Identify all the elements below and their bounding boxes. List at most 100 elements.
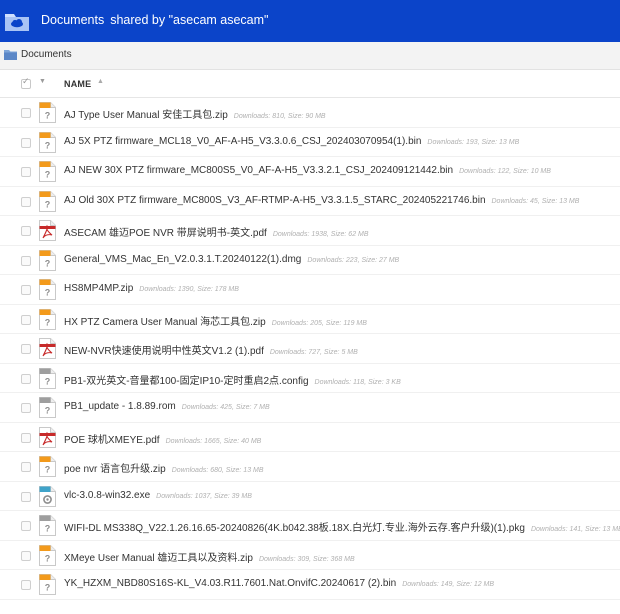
table-row[interactable]: ? XMeye User Manual 雄迈工具以及资料.zip Downloads… [0,541,620,570]
chevron-down-icon[interactable]: ▼ [39,78,46,85]
svg-text:?: ? [45,288,51,298]
svg-text:?: ? [45,376,51,386]
file-name-text[interactable]: General_VMS_Mac_En_V2.0.3.1.T.20240122(1… [64,254,301,265]
file-name-text[interactable]: PB1-双光英文-音量都100-固定IP10-定时重启2点.config [64,376,309,387]
table-row[interactable]: ? HS8MP4MP.zip Downloads: 1390, Size: 178 … [0,275,620,305]
breadcrumb-bar: Documents [0,42,620,70]
row-checkbox[interactable] [21,108,31,118]
file-meta: Downloads: 810, Size: 90 MB [233,113,326,120]
file-name-text[interactable]: HX PTZ Camera User Manual 海芯工具包.zip [64,317,266,328]
file-name-text[interactable]: AJ NEW 30X PTZ firmware_MC800S5_V0_AF-A-… [64,165,453,176]
file-name-text[interactable]: POE 球机XMEYE.pdf [64,435,160,446]
file-meta: Downloads: 122, Size: 10 MB [459,168,551,175]
unknown-file-icon: ? [39,367,56,389]
file-name-text[interactable]: YK_HZXM_NBD80S16S-KL_V4.03.R11.7601.Nat.… [64,578,396,589]
folder-icon [4,50,17,60]
pdf-file-icon [39,220,56,241]
table-row[interactable]: NEW-NVR快速使用说明中性英文V1.2 (1).pdf Downloads: … [0,334,620,364]
file-name-text[interactable]: WIFI-DL MS338Q_V22.1.26.16.65-20240826(4… [64,523,525,534]
file-name-text[interactable]: AJ 5X PTZ firmware_MCL18_V0_AF-A-H5_V3.3… [64,136,421,147]
file-meta: Downloads: 1390, Size: 178 MB [139,286,239,293]
file-name[interactable]: PB1-双光英文-音量都100-固定IP10-定时重启2点.config Down… [64,372,401,387]
table-row[interactable]: ? PB1_update - 1.8.89.rom Downloads: 425, … [0,393,620,423]
file-name-text[interactable]: HS8MP4MP.zip [64,283,133,294]
file-name-text[interactable]: poe nvr 语言包升级.zip [64,464,166,475]
file-meta: Downloads: 45, Size: 13 MB [491,197,580,205]
file-name[interactable]: NEW-NVR快速使用说明中性英文V1.2 (1).pdf Downloads: … [64,342,358,357]
file-name[interactable]: AJ NEW 30X PTZ firmware_MC800S5_V0_AF-A-… [64,165,551,176]
row-checkbox[interactable] [21,550,31,561]
file-name[interactable]: poe nvr 语言包升级.zip Downloads: 680, Size: 1… [64,460,264,475]
table-row[interactable]: vlc-3.0.8-win32.exe Downloads: 1037, Size… [0,482,620,511]
page-title: Documents shared by "asecam asecam" [41,13,269,27]
file-name[interactable]: XMeye User Manual 雄迈工具以及资料.zip Downloads:… [64,549,355,564]
file-name-text[interactable]: XMeye User Manual 雄迈工具以及资料.zip [64,553,253,564]
row-checkbox[interactable] [21,137,31,148]
file-name[interactable]: HS8MP4MP.zip Downloads: 1390, Size: 178 M… [64,283,239,294]
table-row[interactable]: ? AJ Type User Manual 安佳工具包.zip Downloads:… [0,98,620,128]
table-row[interactable]: ? YK_HZXM_NBD80S16S-KL_V4.03.R11.7601.Nat… [0,570,620,600]
file-meta: Downloads: 141, Size: 13 MB [530,526,620,533]
row-checkbox[interactable] [21,521,31,531]
file-name[interactable]: ASECAM 雄迈POE NVR 带屏说明书-英文.pdf Downloads: … [64,224,369,239]
file-name-text[interactable]: NEW-NVR快速使用说明中性英文V1.2 (1).pdf [64,346,264,357]
row-checkbox[interactable] [21,432,31,443]
table-row[interactable]: ? General_VMS_Mac_En_V2.0.3.1.T.20240122(… [0,246,620,275]
file-meta: Downloads: 205, Size: 119 MB [271,319,367,327]
column-header-name[interactable]: NAME [64,79,91,89]
row-checkbox[interactable] [21,226,31,236]
file-name[interactable]: AJ Old 30X PTZ firmware_MC800S_V3_AF-RTM… [64,195,579,206]
file-name-text[interactable]: AJ Type User Manual 安佳工具包.zip [64,110,228,121]
file-meta: Downloads: 118, Size: 3 KB [314,378,401,386]
table-row[interactable]: ? AJ 5X PTZ firmware_MCL18_V0_AF-A-H5_V3.… [0,128,620,157]
file-name[interactable]: AJ Type User Manual 安佳工具包.zip Downloads: … [64,106,326,121]
row-checkbox[interactable] [21,373,31,384]
table-row[interactable]: ? poe nvr 语言包升级.zip Downloads: 680, Size: … [0,452,620,482]
row-checkbox[interactable] [21,167,31,177]
sort-ascending-icon[interactable]: ▲ [97,78,104,85]
table-row[interactable]: ? AJ NEW 30X PTZ firmware_MC800S5_V0_AF-A… [0,157,620,187]
archive-file-icon: ? [39,102,56,123]
breadcrumb-item-documents[interactable]: Documents [21,49,72,60]
unknown-file-icon: ? [39,397,56,418]
table-row[interactable]: ? WIFI-DL MS338Q_V22.1.26.16.65-20240826(… [0,511,620,541]
row-checkbox[interactable] [21,255,31,266]
check-icon: ✓ [22,76,30,86]
table-row[interactable]: ? AJ Old 30X PTZ firmware_MC800S_V3_AF-RT… [0,187,620,216]
svg-text:?: ? [45,465,51,475]
file-name[interactable]: HX PTZ Camera User Manual 海芯工具包.zip Downl… [64,313,367,328]
file-name[interactable]: PB1_update - 1.8.89.rom Downloads: 425, S… [64,401,270,412]
archive-file-icon: ? [39,279,56,300]
row-checkbox[interactable] [21,285,31,295]
file-name[interactable]: vlc-3.0.8-win32.exe Downloads: 1037, Size… [64,490,252,501]
svg-text:?: ? [45,524,51,534]
row-checkbox[interactable] [21,314,31,325]
exe-file-icon [39,485,56,507]
row-checkbox[interactable] [21,580,31,590]
file-name-text[interactable]: AJ Old 30X PTZ firmware_MC800S_V3_AF-RTM… [64,195,486,206]
svg-text:?: ? [45,553,51,563]
file-name[interactable]: General_VMS_Mac_En_V2.0.3.1.T.20240122(1… [64,254,399,265]
table-row[interactable]: ? PB1-双光英文-音量都100-固定IP10-定时重启2点.config Dow… [0,364,620,393]
unknown-file-icon: ? [39,515,56,536]
table-row[interactable]: POE 球机XMEYE.pdf Downloads: 1665, Size: 40… [0,423,620,452]
row-checkbox[interactable] [21,491,31,502]
file-name[interactable]: YK_HZXM_NBD80S16S-KL_V4.03.R11.7601.Nat.… [64,578,494,589]
table-row[interactable]: ? HX PTZ Camera User Manual 海芯工具包.zip Down… [0,305,620,334]
file-name[interactable]: POE 球机XMEYE.pdf Downloads: 1665, Size: 40… [64,431,261,446]
file-name[interactable]: WIFI-DL MS338Q_V22.1.26.16.65-20240826(4… [64,519,620,534]
row-checkbox[interactable] [21,196,31,207]
breadcrumb[interactable]: Documents [4,49,72,60]
file-meta: Downloads: 1665, Size: 40 MB [165,437,262,445]
archive-file-icon: ? [39,131,56,153]
pdf-file-icon [39,338,56,359]
svg-text:?: ? [45,583,51,593]
file-name-text[interactable]: PB1_update - 1.8.89.rom [64,401,176,412]
row-checkbox[interactable] [21,462,31,472]
file-name-text[interactable]: vlc-3.0.8-win32.exe [64,490,150,501]
file-name-text[interactable]: ASECAM 雄迈POE NVR 带屏说明书-英文.pdf [64,228,267,239]
table-row[interactable]: ASECAM 雄迈POE NVR 带屏说明书-英文.pdf Downloads: … [0,216,620,246]
row-checkbox[interactable] [21,403,31,413]
file-name[interactable]: AJ 5X PTZ firmware_MCL18_V0_AF-A-H5_V3.3… [64,136,519,147]
row-checkbox[interactable] [21,344,31,354]
